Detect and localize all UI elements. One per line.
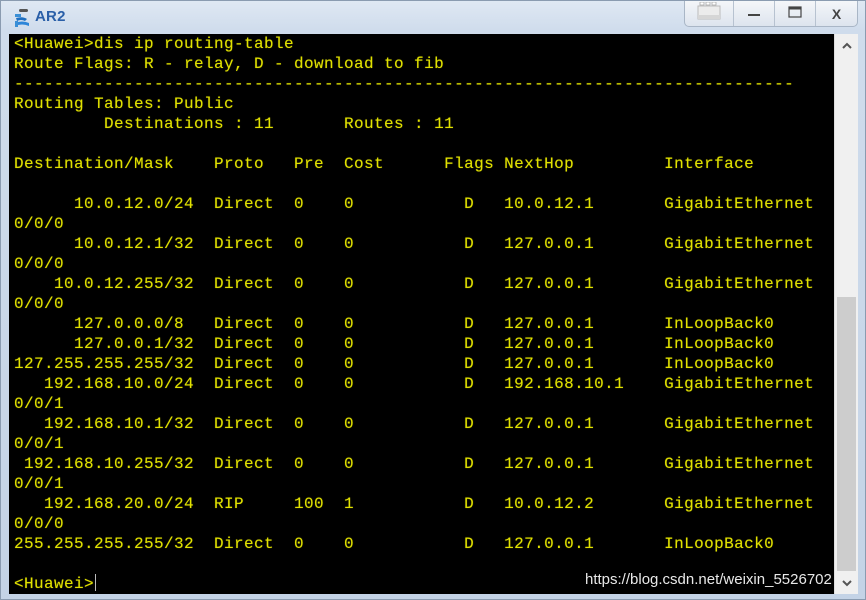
chevron-down-icon	[841, 576, 852, 590]
terminal-line: 0/0/1	[14, 435, 65, 453]
title-bar[interactable]: AR2 X	[1, 1, 866, 34]
terminal-line: 0/0/0	[14, 295, 65, 313]
terminal-line: 192.168.20.0/24 RIP 100 1 D 10.0.12.2 Gi…	[14, 495, 815, 513]
terminal-line: Route Flags: R - relay, D - download to …	[14, 55, 445, 73]
minimize-button[interactable]	[733, 1, 774, 26]
terminal-line: Destination/Mask Proto Pre Cost Flags Ne…	[14, 155, 755, 173]
terminal-line: 127.0.0.1/32 Direct 0 0 D 127.0.0.1 InLo…	[14, 335, 775, 353]
terminal-line: <Huawei>dis ip routing-table	[14, 35, 295, 53]
terminal-line: 255.255.255.255/32 Direct 0 0 D 127.0.0.…	[14, 535, 775, 553]
watermark-url: https://blog.csdn.net/weixin_5526702	[585, 571, 832, 588]
window-layout-icon	[697, 1, 721, 25]
terminal-line: 0/0/1	[14, 395, 65, 413]
minimize-icon	[747, 4, 761, 23]
window-layout-button[interactable]	[685, 1, 733, 26]
ensp-device-icon	[13, 9, 33, 29]
scroll-up-button[interactable]	[835, 34, 858, 56]
terminal-line: 192.168.10.0/24 Direct 0 0 D 192.168.10.…	[14, 375, 815, 393]
chevron-up-icon	[841, 38, 852, 52]
terminal-line: 0/0/1	[14, 475, 65, 493]
terminal-line: 192.168.10.255/32 Direct 0 0 D 127.0.0.1…	[14, 455, 815, 473]
window-title: AR2	[35, 8, 66, 25]
terminal-line: 10.0.12.0/24 Direct 0 0 D 10.0.12.1 Giga…	[14, 195, 815, 213]
terminal-line: 0/0/0	[14, 255, 65, 273]
terminal-line: 127.0.0.0/8 Direct 0 0 D 127.0.0.1 InLoo…	[14, 315, 775, 333]
vertical-scrollbar[interactable]	[834, 34, 858, 594]
terminal-console[interactable]: <Huawei>dis ip routing-table Route Flags:…	[9, 34, 834, 594]
close-icon: X	[831, 5, 842, 22]
text-cursor	[95, 574, 97, 591]
terminal-line: 0/0/0	[14, 515, 65, 533]
terminal-line: 192.168.10.1/32 Direct 0 0 D 127.0.0.1 G…	[14, 415, 815, 433]
window-controls: X	[684, 1, 858, 27]
terminal-line: 10.0.12.1/32 Direct 0 0 D 127.0.0.1 Giga…	[14, 235, 815, 253]
maximize-icon	[788, 5, 802, 23]
terminal-output: <Huawei>dis ip routing-table Route Flags:…	[14, 34, 814, 594]
terminal-window: AR2 X <Huawei>dis ip routing-table Route…	[0, 0, 866, 600]
terminal-line: 127.255.255.255/32 Direct 0 0 D 127.0.0.…	[14, 355, 775, 373]
scroll-down-button[interactable]	[835, 572, 858, 594]
terminal-line: Routing Tables: Public	[14, 95, 235, 113]
terminal-line: ----------------------------------------…	[14, 75, 795, 93]
terminal-line: Destinations : 11 Routes : 11	[14, 115, 455, 133]
terminal-line: 0/0/0	[14, 215, 65, 233]
scrollbar-thumb[interactable]	[837, 297, 856, 571]
terminal-line: 10.0.12.255/32 Direct 0 0 D 127.0.0.1 Gi…	[14, 275, 815, 293]
maximize-button[interactable]	[774, 1, 815, 26]
close-button[interactable]: X	[815, 1, 857, 26]
